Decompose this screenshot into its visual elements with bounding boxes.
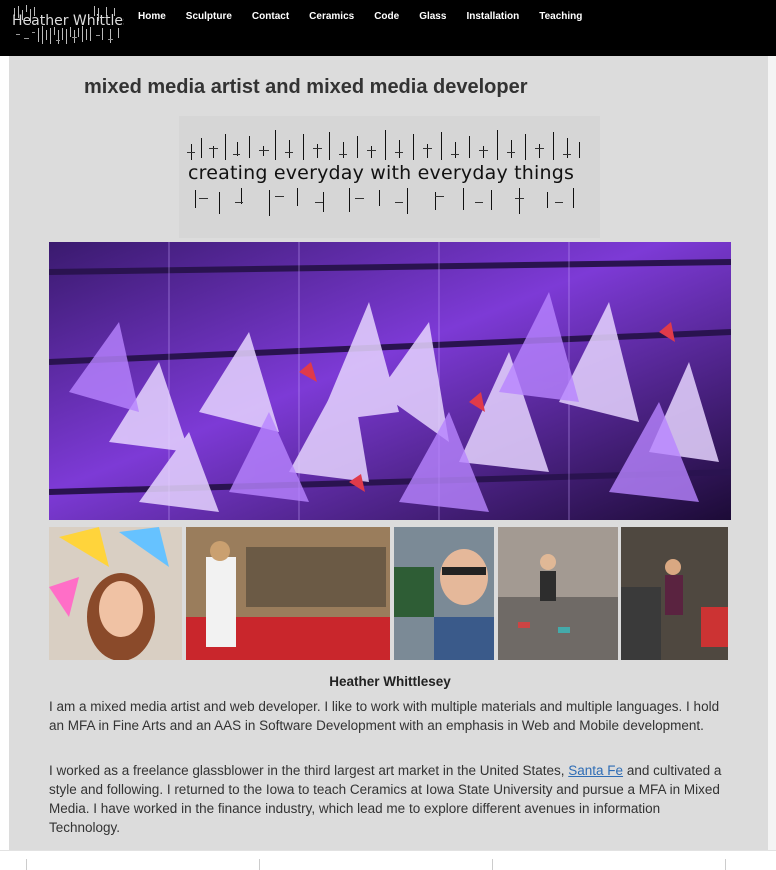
thumbnail-art-5 xyxy=(621,527,728,660)
footer-divider xyxy=(725,859,726,870)
banner-tagline: creating everyday with everyday things xyxy=(188,162,575,184)
artist-name: Heather Whittlesey xyxy=(329,674,451,689)
page-title: mixed media artist and mixed media devel… xyxy=(84,76,528,98)
footer-divider xyxy=(259,859,260,870)
site-logo[interactable]: Heather Whittlesey xyxy=(12,4,124,48)
footer-bar xyxy=(0,850,776,870)
nav-item-ceramics[interactable]: Ceramics xyxy=(309,11,354,22)
nav-item-home[interactable]: Home xyxy=(138,11,166,22)
nav-item-installation[interactable]: Installation xyxy=(466,11,519,22)
footer-divider xyxy=(492,859,493,870)
nav-item-teaching[interactable]: Teaching xyxy=(539,11,582,22)
bio-paragraph-1: I am a mixed media artist and web develo… xyxy=(49,699,720,733)
tagline-banner-image: creating everyday with everyday things xyxy=(179,116,600,238)
page-scrollbar[interactable] xyxy=(768,56,776,850)
top-nav-bar: Heather Whittlesey Home Sculpture Contac… xyxy=(0,0,776,56)
nav-item-sculpture[interactable]: Sculpture xyxy=(186,11,232,22)
site-logo-text: Heather Whittlesey xyxy=(12,13,124,29)
thumbnail-art-1 xyxy=(49,527,182,661)
main-nav: Home Sculpture Contact Ceramics Code Gla… xyxy=(128,11,592,22)
thumbnail-workshop[interactable] xyxy=(621,527,728,660)
hero-installation-image xyxy=(48,242,732,520)
thumbnail-studio-table[interactable] xyxy=(498,527,618,660)
nav-item-code[interactable]: Code xyxy=(374,11,399,22)
thumbnail-selfie-glasses[interactable] xyxy=(394,527,494,660)
bio-paragraph-2: I worked as a freelance glassblower in t… xyxy=(49,761,725,837)
thumbnail-portrait-masks[interactable] xyxy=(49,527,182,661)
nav-item-contact[interactable]: Contact xyxy=(252,11,289,22)
thumbnail-art-3 xyxy=(394,527,494,660)
nav-item-glass[interactable]: Glass xyxy=(419,11,446,22)
santa-fe-link[interactable]: Santa Fe xyxy=(568,763,623,778)
hero-installation-art xyxy=(48,242,732,520)
thumbnail-art-2 xyxy=(186,527,390,660)
thumbnail-studio-shelves[interactable] xyxy=(186,527,390,660)
bio-paragraph-2-start: I worked as a freelance glassblower in t… xyxy=(49,763,569,778)
footer-divider xyxy=(26,859,27,870)
thumbnail-art-4 xyxy=(498,527,618,660)
